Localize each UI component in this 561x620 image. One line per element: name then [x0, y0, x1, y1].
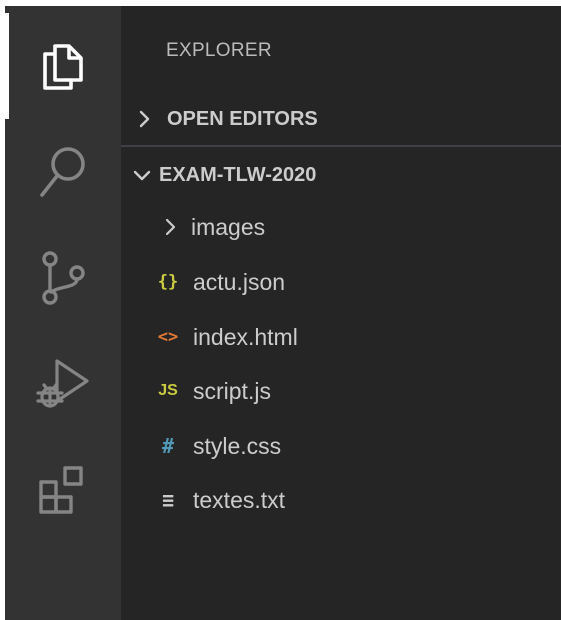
tree-item-label: images [191, 213, 266, 240]
activity-run-debug[interactable] [5, 331, 121, 437]
tree-item-label: style.css [193, 432, 282, 459]
tree-item-textes-txt[interactable]: ≡ textes.txt [121, 475, 561, 525]
activity-explorer[interactable] [5, 13, 121, 119]
activity-bar [5, 6, 121, 620]
html-file-icon: <> [157, 327, 179, 347]
workspace-header[interactable]: EXAM-TLW-2020 [121, 155, 561, 195]
tree-item-style-css[interactable]: # style.css [121, 421, 561, 471]
text-file-icon: ≡ [161, 488, 175, 512]
tree-item-label: actu.json [193, 268, 286, 295]
tree-item-script-js[interactable]: JS script.js [121, 366, 561, 416]
activity-search[interactable] [5, 119, 121, 225]
activity-source-control[interactable] [5, 225, 121, 331]
run-debug-icon [36, 359, 89, 408]
open-editors-label: OPEN EDITORS [167, 107, 318, 130]
explorer-sidebar: EXPLORER OPEN EDITORS EXAM-TLW-2020 imag… [121, 6, 561, 620]
activity-extensions[interactable] [5, 437, 121, 543]
tree-item-images[interactable]: images [121, 202, 561, 252]
sidebar-title: EXPLORER [166, 40, 272, 61]
tree-item-label: textes.txt [193, 486, 286, 513]
search-icon [40, 147, 85, 197]
open-editors-header[interactable]: OPEN EDITORS [121, 99, 561, 139]
tree-item-index-html[interactable]: <> index.html [121, 312, 561, 362]
css-file-icon: # [161, 434, 175, 458]
section-divider [121, 145, 561, 147]
chevron-down-icon [125, 168, 159, 182]
json-file-icon: {} [157, 272, 179, 292]
tree-item-actu-json[interactable]: {} actu.json [121, 257, 561, 307]
tree-item-label: index.html [193, 323, 298, 350]
js-file-icon: JS [158, 382, 178, 399]
chevron-right-icon [157, 218, 183, 236]
tree-item-label: script.js [193, 377, 271, 404]
chevron-right-icon [121, 110, 167, 128]
workspace-label: EXAM-TLW-2020 [159, 163, 317, 186]
extensions-icon [39, 466, 83, 514]
explorer-icon [43, 44, 83, 90]
source-control-icon [42, 251, 85, 305]
vscode-window: EXPLORER OPEN EDITORS EXAM-TLW-2020 imag… [5, 6, 561, 620]
